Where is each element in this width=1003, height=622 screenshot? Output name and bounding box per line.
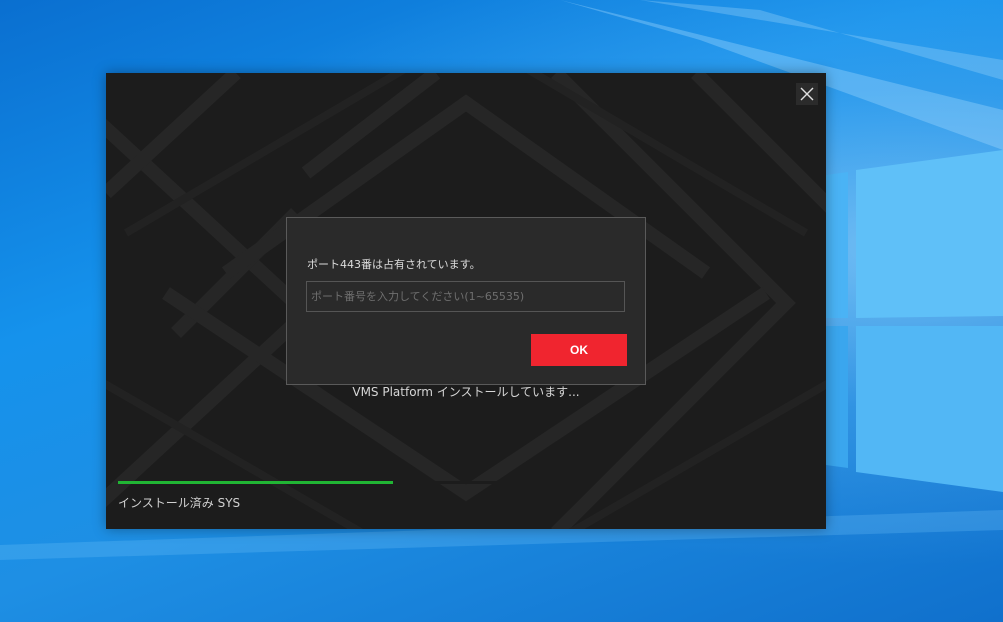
port-number-input[interactable]: [306, 281, 625, 312]
install-progress-fill: [118, 481, 394, 484]
install-progress-bar: [118, 481, 562, 484]
installer-window: VMS Platform インストールしています... インストール済み SYS…: [106, 73, 826, 529]
dialog-message: ポート443番は占有されています。: [307, 258, 481, 271]
desktop-background: VMS Platform インストールしています... インストール済み SYS…: [0, 0, 1003, 622]
logo-pane: [856, 150, 1003, 318]
pattern-line: [106, 73, 241, 199]
install-progress-label: インストール済み SYS: [118, 496, 241, 510]
logo-pane: [826, 172, 848, 318]
logo-pane: [856, 326, 1003, 492]
close-icon: [800, 87, 814, 101]
install-status-text: VMS Platform インストールしています...: [352, 385, 580, 399]
ok-button[interactable]: OK: [531, 334, 627, 366]
close-button[interactable]: [796, 83, 818, 105]
port-conflict-dialog: ポート443番は占有されています。 OK: [286, 217, 646, 385]
logo-pane: [826, 326, 848, 468]
